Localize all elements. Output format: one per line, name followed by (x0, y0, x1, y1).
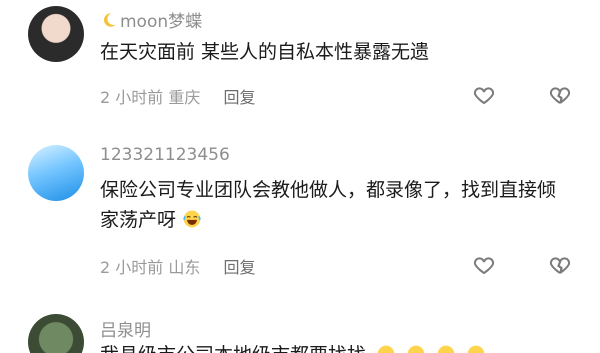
comment-text: 我县级市公司本地级市都要找找 (100, 340, 570, 353)
avatar[interactable] (28, 6, 84, 62)
reply-button[interactable]: 回复 (223, 258, 255, 277)
username[interactable]: 123321123456 (100, 145, 230, 165)
laughing-emoji-icon (407, 345, 425, 353)
time-location: 2 小时前 山东 (100, 258, 201, 277)
username-text: moon梦蝶 (120, 12, 203, 32)
time-location: 2 小时前 重庆 (100, 88, 201, 107)
username[interactable]: moon梦蝶 (100, 7, 202, 32)
avatar[interactable] (28, 145, 84, 201)
broken-heart-icon[interactable] (548, 83, 572, 107)
broken-heart-icon[interactable] (548, 253, 572, 277)
username[interactable]: 吕泉明 (100, 316, 151, 341)
comment-text: 在天灾面前 某些人的自私本性暴露无遗 (100, 41, 430, 63)
reply-button[interactable]: 回复 (223, 88, 255, 107)
laughing-emoji-icon (183, 210, 201, 228)
laughing-emoji-icon (437, 345, 455, 353)
comment-text-content: 我县级市公司本地级市都要找找 (100, 344, 366, 353)
heart-icon[interactable] (472, 253, 496, 277)
moon-icon (103, 13, 116, 27)
laughing-emoji-icon (377, 345, 395, 353)
comment-meta: 2 小时前 重庆 回复 (100, 84, 255, 108)
heart-icon[interactable] (472, 83, 496, 107)
comment-text-content: 保险公司专业团队会教他做人，都录像了，找到直接倾家荡产呀 (100, 179, 557, 231)
avatar[interactable] (28, 314, 84, 353)
comment-meta: 2 小时前 山东 回复 (100, 254, 255, 278)
laughing-emoji-icon (467, 345, 485, 353)
comment-text: 保险公司专业团队会教他做人，都录像了，找到直接倾家荡产呀 (100, 175, 570, 235)
